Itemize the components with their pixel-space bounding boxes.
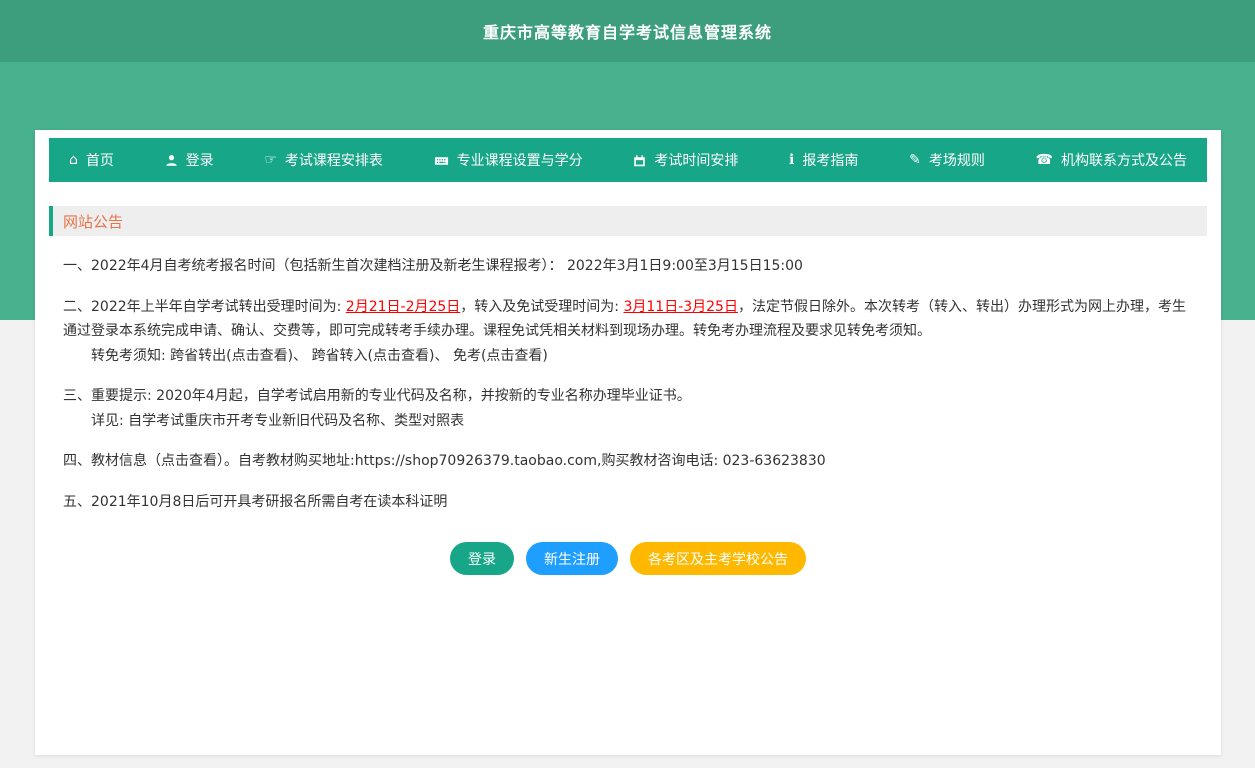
keyboard-icon (434, 153, 449, 168)
nav-item-exam-room-rules[interactable]: ✎ 考场规则 (903, 138, 991, 182)
nav-item-home[interactable]: ⌂ 首页 (63, 138, 120, 182)
user-icon (165, 154, 178, 167)
app-header: 重庆市高等教育自学考试信息管理系统 (0, 0, 1255, 62)
district-school-notice-button[interactable]: 各考区及主考学校公告 (630, 542, 806, 575)
announcement-content: 一、2022年4月自考统考报名时间（包括新生首次建档注册及新老生课程报考）： 2… (49, 236, 1207, 575)
separator: 、 (435, 348, 453, 364)
notice-3-line2: 详见: 自学考试重庆市开考专业新旧代码及名称、类型对照表 (63, 409, 1193, 434)
notice-2-text: 二、2022年上半年自学考试转出受理时间为: (63, 299, 346, 315)
login-button[interactable]: 登录 (450, 542, 514, 575)
detail-label: 详见: (91, 413, 128, 429)
transfer-out-dates: 2月21日-2月25日 (346, 299, 461, 315)
pencil-icon: ✎ (909, 153, 921, 167)
main-card: ⌂ 首页 登录 ☞ 考试课程安排表 专业课程设置与学分 (35, 130, 1221, 755)
transfer-in-dates: 3月11日-3月25日 (623, 299, 738, 315)
notice-4-text: 。自考教材购买地址:https://shop70926379.taobao.co… (224, 453, 826, 469)
nav-item-contact-and-notices[interactable]: ☎ 机构联系方式及公告 (1030, 138, 1193, 182)
new-student-register-button[interactable]: 新生注册 (526, 542, 618, 575)
nav-item-label: 考试时间安排 (654, 150, 738, 170)
link-textbook-info[interactable]: （点击查看） (147, 453, 224, 469)
calendar-icon (633, 154, 646, 167)
main-nav: ⌂ 首页 登录 ☞ 考试课程安排表 专业课程设置与学分 (49, 138, 1207, 182)
notice-4: 四、教材信息（点击查看）。自考教材购买地址:https://shop709263… (63, 449, 1193, 474)
nav-item-label: 机构联系方式及公告 (1061, 150, 1187, 170)
notice-5: 五、2021年10月8日后可开具考研报名所需自考在读本科证明 (63, 490, 1193, 515)
notice-3-line1: 三、重要提示: 2020年4月起，自学考试启用新的专业代码及名称，并按新的专业名… (63, 384, 1193, 409)
nav-item-label: 报考指南 (802, 150, 858, 170)
nav-item-exam-time-schedule[interactable]: 考试时间安排 (627, 138, 744, 182)
app-title: 重庆市高等教育自学考试信息管理系统 (483, 19, 772, 43)
nav-item-label: 考试课程安排表 (285, 150, 383, 170)
notice-3: 三、重要提示: 2020年4月起，自学考试启用新的专业代码及名称，并按新的专业名… (63, 384, 1193, 433)
nav-item-major-courses-credits[interactable]: 专业课程设置与学分 (428, 138, 589, 182)
nav-item-login[interactable]: 登录 (159, 138, 220, 182)
hand-pointer-icon: ☞ (264, 153, 277, 167)
page: 重庆市高等教育自学考试信息管理系统 ⌂ 首页 登录 ☞ 考试课程安排表 (0, 0, 1255, 768)
separator: 、 (293, 348, 311, 364)
nav-item-label: 登录 (186, 150, 214, 170)
action-buttons: 登录 新生注册 各考区及主考学校公告 (63, 542, 1193, 575)
nav-item-label: 首页 (86, 150, 114, 170)
announcement-section-bar: 网站公告 (49, 206, 1207, 236)
notice-2-links-line: 转免考须知: 跨省转出(点击查看)、 跨省转入(点击查看)、 免考(点击查看) (63, 344, 1193, 369)
link-cross-province-transfer-out[interactable]: 跨省转出(点击查看) (170, 348, 293, 364)
nav-item-label: 考场规则 (929, 150, 985, 170)
notice-2-paragraph: 二、2022年上半年自学考试转出受理时间为: 2月21日-2月25日，转入及免试… (63, 295, 1193, 344)
notice-2: 二、2022年上半年自学考试转出受理时间为: 2月21日-2月25日，转入及免试… (63, 295, 1193, 369)
home-icon: ⌂ (69, 153, 78, 167)
announcement-section-title: 网站公告 (63, 211, 123, 232)
link-exemption[interactable]: 免考(点击查看) (453, 348, 548, 364)
phone-icon: ☎ (1036, 153, 1053, 167)
info-icon: ℹ (789, 153, 794, 167)
nav-item-exam-course-schedule[interactable]: ☞ 考试课程安排表 (258, 138, 389, 182)
transfer-notes-label: 转免考须知: (91, 348, 170, 364)
nav-item-label: 专业课程设置与学分 (457, 150, 583, 170)
notice-4-text: 四、教材信息 (63, 453, 147, 469)
notice-1: 一、2022年4月自考统考报名时间（包括新生首次建档注册及新老生课程报考）： 2… (63, 254, 1193, 279)
nav-item-application-guide[interactable]: ℹ 报考指南 (783, 138, 864, 182)
link-cross-province-transfer-in[interactable]: 跨省转入(点击查看) (312, 348, 435, 364)
notice-2-text: ，转入及免试受理时间为: (460, 299, 623, 315)
link-code-name-comparison-table[interactable]: 自学考试重庆市开考专业新旧代码及名称、类型对照表 (128, 413, 464, 429)
